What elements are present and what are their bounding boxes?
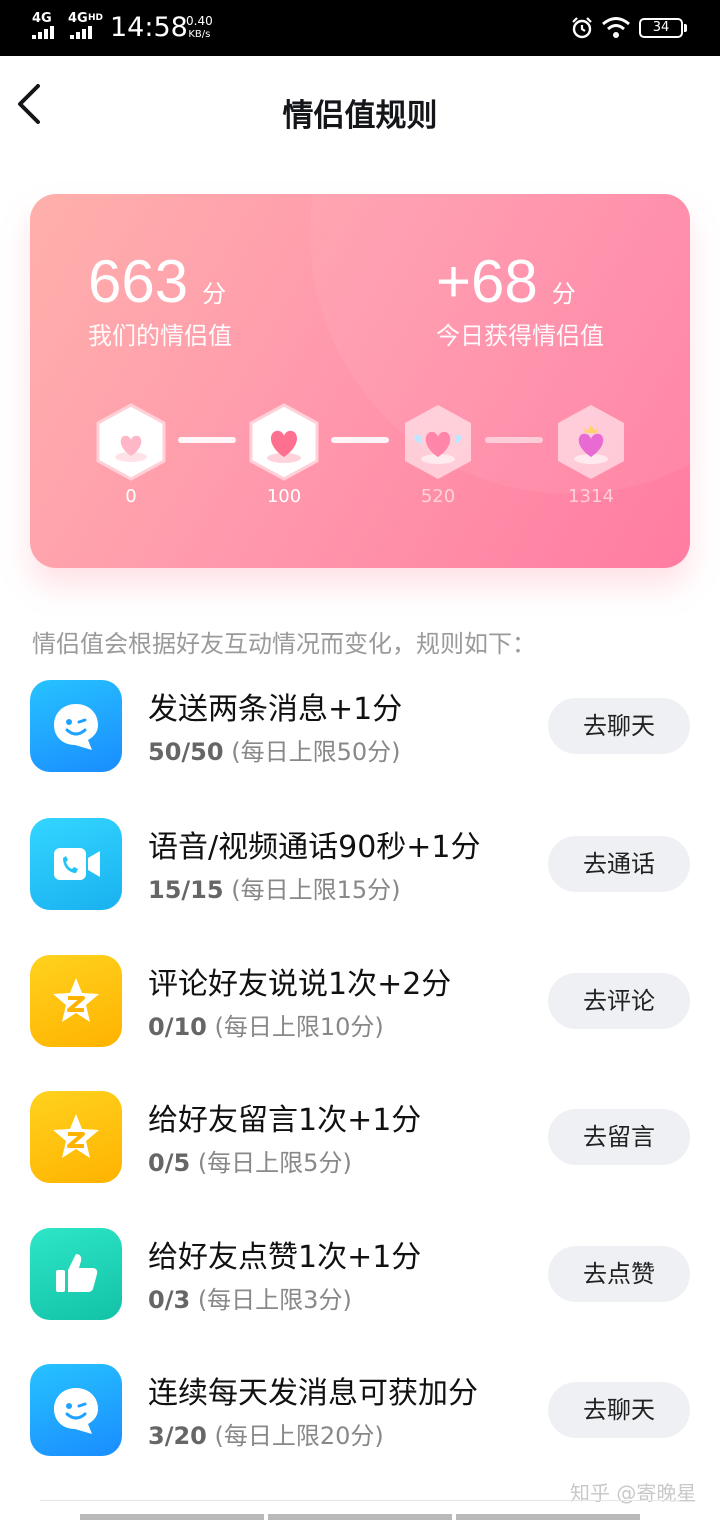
level-badge-520 xyxy=(401,402,475,482)
rule-daily-limit: (每日上限3分) xyxy=(197,1286,352,1314)
rule-progress-count: 50/50 xyxy=(148,738,224,766)
today-score-label: 今日获得情侣值 xyxy=(436,322,604,350)
rule-progress-count: 0/3 xyxy=(148,1286,191,1314)
rule-title: 发送两条消息+1分 xyxy=(148,692,403,727)
rule-daily-limit: (每日上限15分) xyxy=(231,876,401,904)
level-connector xyxy=(485,437,543,443)
rule-title: 语音/视频通话90秒+1分 xyxy=(148,830,481,865)
rule-progress-count: 3/20 xyxy=(148,1422,207,1450)
go-chat-button[interactable]: 去聊天 xyxy=(548,1382,690,1438)
speed-unit: KB/s xyxy=(188,29,211,40)
signal-bars-icon xyxy=(32,26,54,39)
page-title: 情侣值规则 xyxy=(282,98,438,134)
watermark: 知乎 @寄晚星 xyxy=(570,1481,697,1505)
qzone-star-icon xyxy=(30,955,122,1047)
status-bar: 4G 4G HD 14:58 0.40 KB/s 34 xyxy=(0,0,720,56)
nav-bar: 情侣值规则 xyxy=(0,56,720,166)
winged-heart-badge-icon xyxy=(405,405,471,479)
current-score-label: 我们的情侣值 xyxy=(88,322,232,350)
level-badge-1314 xyxy=(554,402,628,482)
level-value-100: 100 xyxy=(266,486,302,507)
level-value-0: 0 xyxy=(125,486,137,507)
network-hd-label: HD xyxy=(88,13,104,23)
signal-bars-icon-2 xyxy=(70,26,92,39)
heart-badge-icon xyxy=(249,403,319,481)
rule-title: 给好友留言1次+1分 xyxy=(148,1103,422,1138)
rule-progress-count: 0/5 xyxy=(148,1149,191,1177)
clock: 14:58 xyxy=(110,12,188,43)
go-comment-button[interactable]: 去评论 xyxy=(548,973,690,1029)
go-like-button[interactable]: 去点赞 xyxy=(548,1246,690,1302)
rule-daily-limit: (每日上限10分) xyxy=(214,1013,384,1041)
rules-description: 情侣值会根据好友互动情况而变化，规则如下： xyxy=(32,630,536,658)
network-speed: 0.40 KB/s xyxy=(186,15,213,41)
rule-progress-count: 15/15 xyxy=(148,876,224,904)
go-leave-message-button[interactable]: 去留言 xyxy=(548,1109,690,1165)
rule-progress: 50/50 (每日上限50分) xyxy=(148,732,400,767)
chat-bubble-icon xyxy=(30,1364,122,1456)
rule-daily-limit: (每日上限20分) xyxy=(214,1422,384,1450)
battery-indicator: 34 xyxy=(639,18,687,38)
current-score-value: 663 xyxy=(88,248,189,315)
today-score-value: +68 xyxy=(436,248,538,315)
qzone-star-icon xyxy=(30,1091,122,1183)
level-connector xyxy=(178,437,236,443)
today-score: +68 分 xyxy=(436,250,576,314)
couple-value-card: 663 分 我们的情侣值 +68 分 今日获得情侣值 0 100 520 131… xyxy=(30,194,690,568)
rule-daily-limit: (每日上限50分) xyxy=(231,738,401,766)
speed-value: 0.40 xyxy=(186,14,213,28)
rule-progress-count: 0/10 xyxy=(148,1013,207,1041)
network-type-1: 4G xyxy=(32,11,52,26)
current-score-unit: 分 xyxy=(202,280,227,308)
bottom-indicator xyxy=(80,1514,640,1520)
level-badge-100 xyxy=(247,402,321,482)
level-badge-0 xyxy=(94,402,168,482)
divider xyxy=(40,1500,680,1501)
rule-progress: 0/3 (每日上限3分) xyxy=(148,1280,352,1315)
go-call-button[interactable]: 去通话 xyxy=(548,836,690,892)
rule-item-voice-video-call: 语音/视频通话90秒+1分 15/15 (每日上限15分) 去通话 xyxy=(0,818,720,928)
rule-title: 评论好友说说1次+2分 xyxy=(148,967,452,1002)
current-score: 663 分 xyxy=(88,250,226,314)
level-value-1314: 1314 xyxy=(568,486,614,507)
level-connector xyxy=(331,437,389,443)
today-score-unit: 分 xyxy=(551,280,576,308)
go-chat-button[interactable]: 去聊天 xyxy=(548,698,690,754)
rule-item-send-messages: 发送两条消息+1分 50/50 (每日上限50分) 去聊天 xyxy=(0,680,720,790)
thumbs-up-icon xyxy=(30,1228,122,1320)
crowned-heart-badge-icon xyxy=(558,405,624,479)
wifi-icon xyxy=(602,17,630,38)
network-type-2: 4G xyxy=(68,11,88,26)
rule-daily-limit: (每日上限5分) xyxy=(197,1149,352,1177)
rule-progress: 0/10 (每日上限10分) xyxy=(148,1007,384,1042)
rule-item-daily-messages: 连续每天发消息可获加分 3/20 (每日上限20分) 去聊天 xyxy=(0,1364,720,1474)
alarm-icon xyxy=(572,17,592,39)
rule-item-comment-post: 评论好友说说1次+2分 0/10 (每日上限10分) 去评论 xyxy=(0,955,720,1065)
rule-progress: 3/20 (每日上限20分) xyxy=(148,1416,384,1451)
rule-progress: 15/15 (每日上限15分) xyxy=(148,870,400,905)
level-value-520: 520 xyxy=(420,486,456,507)
chat-bubble-icon xyxy=(30,680,122,772)
heart-badge-icon xyxy=(96,403,166,481)
rule-item-like: 给好友点赞1次+1分 0/3 (每日上限3分) 去点赞 xyxy=(0,1228,720,1338)
rule-progress: 0/5 (每日上限5分) xyxy=(148,1143,352,1178)
rule-title: 给好友点赞1次+1分 xyxy=(148,1240,422,1275)
video-call-icon xyxy=(30,818,122,910)
rule-item-leave-message: 给好友留言1次+1分 0/5 (每日上限5分) 去留言 xyxy=(0,1091,720,1201)
rule-title: 连续每天发消息可获加分 xyxy=(148,1376,478,1411)
